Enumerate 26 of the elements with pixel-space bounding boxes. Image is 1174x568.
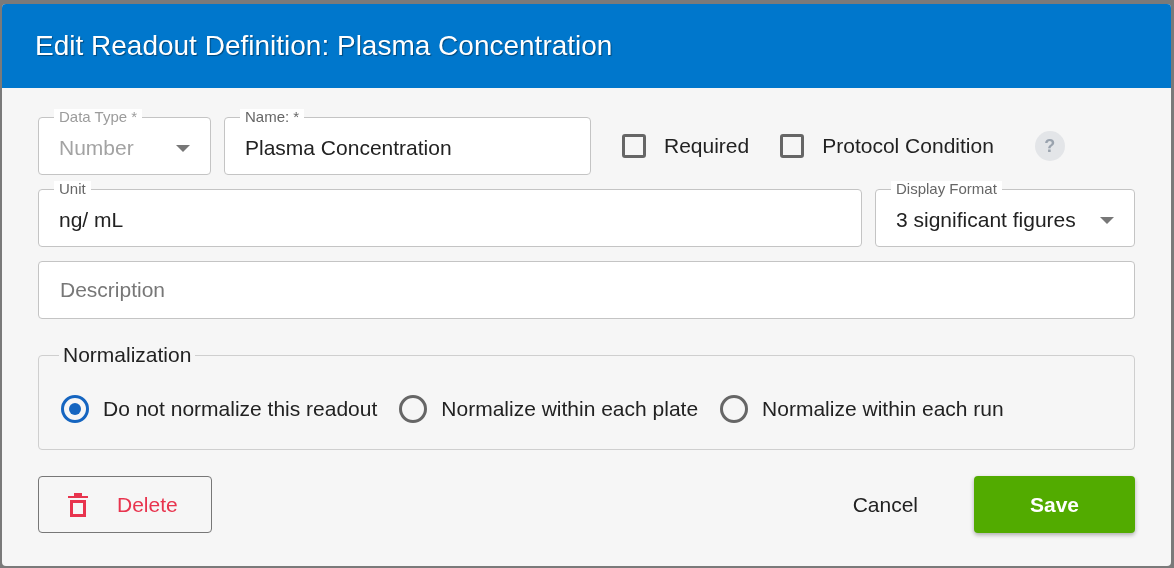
radio-button[interactable]	[720, 395, 749, 423]
field-label: Display Format	[891, 181, 1002, 196]
description-field[interactable]: Description	[38, 261, 1135, 319]
radio-button[interactable]	[399, 395, 428, 423]
radio-label: Do not normalize this readout	[103, 397, 378, 421]
radio-label: Normalize within each plate	[441, 397, 699, 421]
checkbox-label: Protocol Condition	[822, 134, 994, 158]
checkbox-label: Required	[664, 134, 750, 158]
field-label: Name: *	[240, 109, 305, 124]
field-label: Data Type *	[54, 109, 143, 124]
checkbox[interactable]	[622, 134, 646, 158]
field-label: Unit	[54, 181, 91, 196]
checkbox[interactable]	[780, 134, 805, 158]
trash-icon	[67, 491, 89, 518]
dropdown-caret-icon	[1100, 216, 1114, 224]
radio-button[interactable]	[61, 395, 89, 423]
field-value: ng/ mL	[59, 208, 125, 232]
field-value: 3 significant figures	[896, 208, 1077, 232]
radio-label: Normalize within each run	[762, 397, 1004, 421]
group-legend: Normalization	[59, 343, 196, 367]
field-value: Number	[59, 136, 135, 160]
delete-button[interactable]: Delete	[38, 476, 212, 533]
dialog-title: Edit Readout Definition: Plasma Concentration	[35, 30, 613, 62]
cancel-button[interactable]: Cancel	[832, 478, 938, 531]
field-value: Plasma Concentration	[245, 136, 453, 160]
dropdown-caret-icon	[176, 144, 190, 152]
